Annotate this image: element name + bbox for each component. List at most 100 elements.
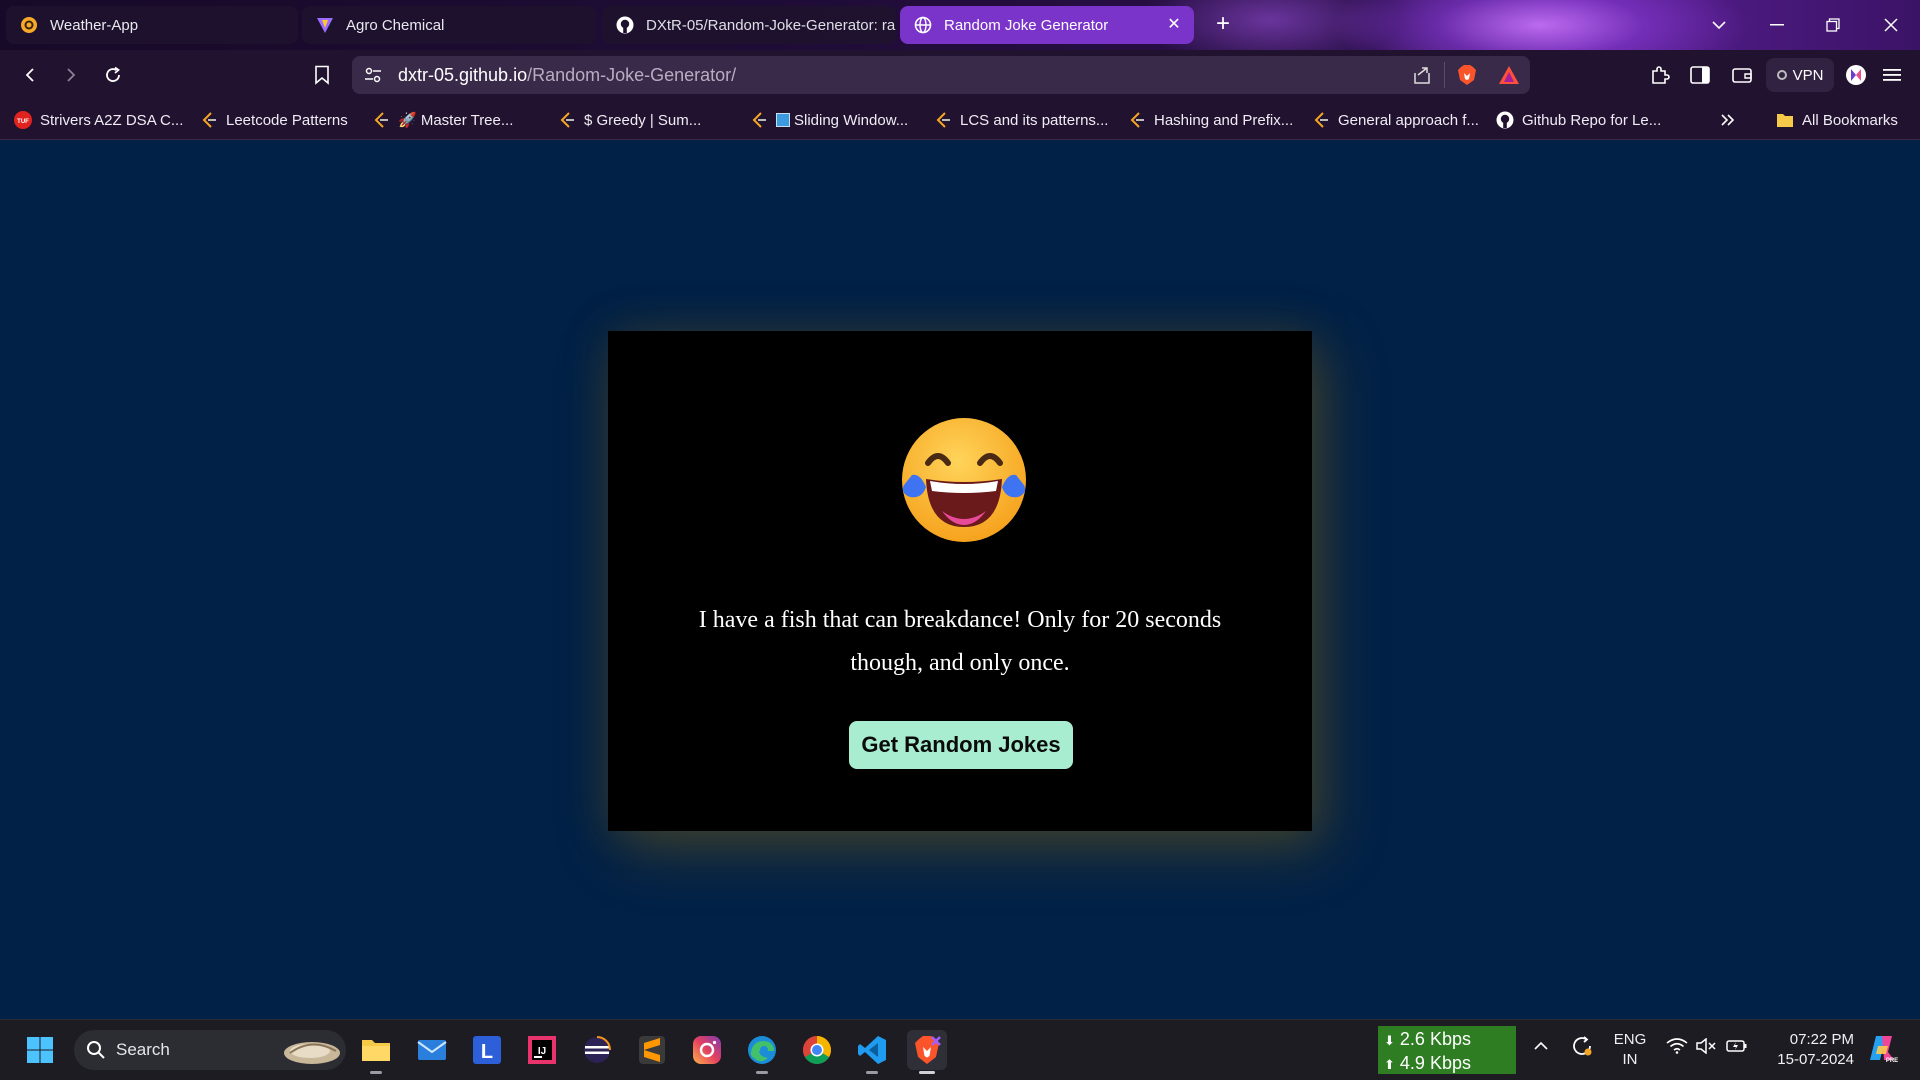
- minimize-icon[interactable]: [1760, 8, 1794, 42]
- vpn-button[interactable]: VPN: [1766, 58, 1834, 92]
- get-random-jokes-button[interactable]: Get Random Jokes: [849, 721, 1073, 769]
- bookmark-label: Leetcode Patterns: [226, 111, 348, 129]
- new-tab-button[interactable]: +: [1208, 10, 1238, 40]
- start-button[interactable]: [20, 1030, 60, 1070]
- browser-toolbar: dxtr-05.github.io/Random-Joke-Generator/…: [0, 50, 1920, 100]
- back-button[interactable]: [14, 59, 46, 91]
- bookmark-item[interactable]: Leetcode Patterns: [200, 108, 348, 132]
- svg-text:PRE: PRE: [1886, 1058, 1898, 1064]
- extensions-button[interactable]: [1644, 59, 1676, 91]
- tuf-icon: TUF: [14, 111, 32, 129]
- web-page: I have a fish that can breakdance! Only …: [0, 141, 1920, 1019]
- puzzle-icon: [1652, 66, 1670, 84]
- wallet-button[interactable]: [1726, 59, 1758, 91]
- vscode-icon: [858, 1036, 886, 1064]
- reload-icon: [106, 66, 120, 82]
- brave-browser-app[interactable]: [907, 1030, 947, 1074]
- sidebar-toggle-button[interactable]: [1684, 59, 1716, 91]
- wallet-icon: [1732, 68, 1752, 83]
- close-window-icon[interactable]: [1874, 8, 1908, 42]
- bookmark-label: Strivers A2Z DSA C...: [40, 111, 184, 129]
- svg-text:IJ: IJ: [538, 1046, 546, 1057]
- leetcode-icon: [1128, 111, 1146, 129]
- site-settings-icon[interactable]: [364, 66, 382, 89]
- tab-search-chevron-icon[interactable]: [1702, 8, 1736, 42]
- browser-tab-strip: Weather-App Agro Chemical DXtR-05/Random…: [0, 0, 1920, 50]
- chrome-app[interactable]: [797, 1030, 837, 1070]
- tab-random-joke-generator[interactable]: Random Joke Generator ✕: [900, 6, 1194, 44]
- forward-button[interactable]: [55, 59, 87, 91]
- leetcode-icon: [372, 111, 390, 129]
- eclipse-app[interactable]: [577, 1030, 617, 1070]
- hamburger-icon: [1883, 69, 1901, 81]
- divider: [1444, 62, 1445, 88]
- copilot-icon[interactable]: PRE: [1866, 1032, 1898, 1068]
- close-icon[interactable]: ✕: [1164, 15, 1184, 35]
- sync-icon[interactable]: [1570, 1034, 1594, 1062]
- tab-github-repo[interactable]: DXtR-05/Random-Joke-Generator: ra: [602, 6, 896, 44]
- windows-logo-icon: [27, 1037, 53, 1063]
- svg-text:TUF: TUF: [17, 119, 29, 125]
- tab-title: Agro Chemical: [346, 16, 445, 34]
- bookmark-item[interactable]: 🚀 Master Tree...: [372, 108, 513, 132]
- bookmark-label: LCS and its patterns...: [960, 111, 1109, 129]
- language-code: ENG: [1613, 1031, 1647, 1048]
- window-icon: [776, 113, 790, 127]
- address-bar[interactable]: dxtr-05.github.io/Random-Joke-Generator/: [352, 56, 1530, 94]
- profile-avatar[interactable]: [1840, 59, 1872, 91]
- reload-button[interactable]: [97, 59, 129, 91]
- l-app[interactable]: L: [467, 1030, 507, 1070]
- bookmark-item[interactable]: Hashing and Prefix...: [1128, 108, 1293, 132]
- more-bookmarks-chevron-icon[interactable]: [1720, 108, 1736, 132]
- download-speed: 2.6 Kbps: [1399, 1029, 1471, 1049]
- restore-icon[interactable]: [1816, 8, 1850, 42]
- bookmark-item[interactable]: Github Repo for Le...: [1496, 108, 1661, 132]
- edge-app[interactable]: [742, 1030, 782, 1074]
- tab-title: Random Joke Generator: [944, 16, 1109, 34]
- bookmark-item[interactable]: Sliding Window...: [750, 108, 908, 132]
- instagram-icon: [693, 1036, 721, 1064]
- instagram-app[interactable]: [687, 1030, 727, 1070]
- mail-app[interactable]: [412, 1030, 452, 1070]
- main-menu-button[interactable]: [1876, 59, 1908, 91]
- url-text: dxtr-05.github.io/Random-Joke-Generator/: [398, 65, 736, 86]
- mail-icon: [417, 1040, 447, 1060]
- sublime-text-app[interactable]: [632, 1030, 672, 1070]
- sublime-icon: [639, 1036, 665, 1064]
- search-label: Search: [116, 1040, 170, 1059]
- url-host: dxtr-05.github.io: [398, 65, 528, 85]
- volume-muted-icon[interactable]: [1696, 1037, 1716, 1058]
- bookmark-item[interactable]: General approach f...: [1312, 108, 1479, 132]
- file-explorer-app[interactable]: [356, 1030, 396, 1074]
- leetcode-icon: [1312, 111, 1330, 129]
- chevron-up-icon[interactable]: [1533, 1038, 1549, 1055]
- chrome-icon: [803, 1036, 831, 1064]
- wifi-icon[interactable]: [1666, 1038, 1688, 1058]
- joke-card: I have a fish that can breakdance! Only …: [608, 331, 1312, 831]
- vite-logo-icon: [316, 16, 334, 34]
- vscode-app[interactable]: [852, 1030, 892, 1074]
- vpn-label: VPN: [1792, 66, 1824, 84]
- sidebar-icon: [1690, 66, 1710, 84]
- brave-shields-icon[interactable]: [1456, 64, 1478, 91]
- edge-icon: [748, 1036, 776, 1064]
- joke-text: I have a fish that can breakdance! Only …: [698, 607, 1222, 676]
- network-speed-widget: ⬇ 2.6 Kbps ⬆ 4.9 Kbps: [1378, 1026, 1516, 1074]
- bookmark-item[interactable]: LCS and its patterns...: [934, 108, 1108, 132]
- tab-agro-chemical[interactable]: Agro Chemical: [302, 6, 596, 44]
- taskbar-search[interactable]: Search: [74, 1030, 346, 1070]
- battery-icon[interactable]: [1726, 1038, 1748, 1058]
- bookmark-item[interactable]: TUF Strivers A2Z DSA C...: [14, 108, 183, 132]
- system-clock[interactable]: 07:22 PM 15-07-2024: [1764, 1030, 1854, 1070]
- brave-rewards-icon[interactable]: [1498, 65, 1520, 90]
- bookmark-label: Github Repo for Le...: [1522, 111, 1662, 129]
- bookmark-label: 🚀 Master Tree...: [398, 112, 514, 129]
- intellij-app[interactable]: IJ: [522, 1030, 562, 1070]
- all-bookmarks-folder[interactable]: All Bookmarks: [1776, 108, 1898, 132]
- language-indicator[interactable]: ENG IN: [1612, 1030, 1648, 1070]
- arrow-right-icon: [67, 68, 76, 82]
- tab-weather-app[interactable]: Weather-App: [6, 6, 298, 44]
- bookmark-page-button[interactable]: [306, 59, 338, 91]
- bookmark-item[interactable]: $ Greedy | Sum...: [558, 108, 701, 132]
- share-icon[interactable]: [1412, 65, 1432, 90]
